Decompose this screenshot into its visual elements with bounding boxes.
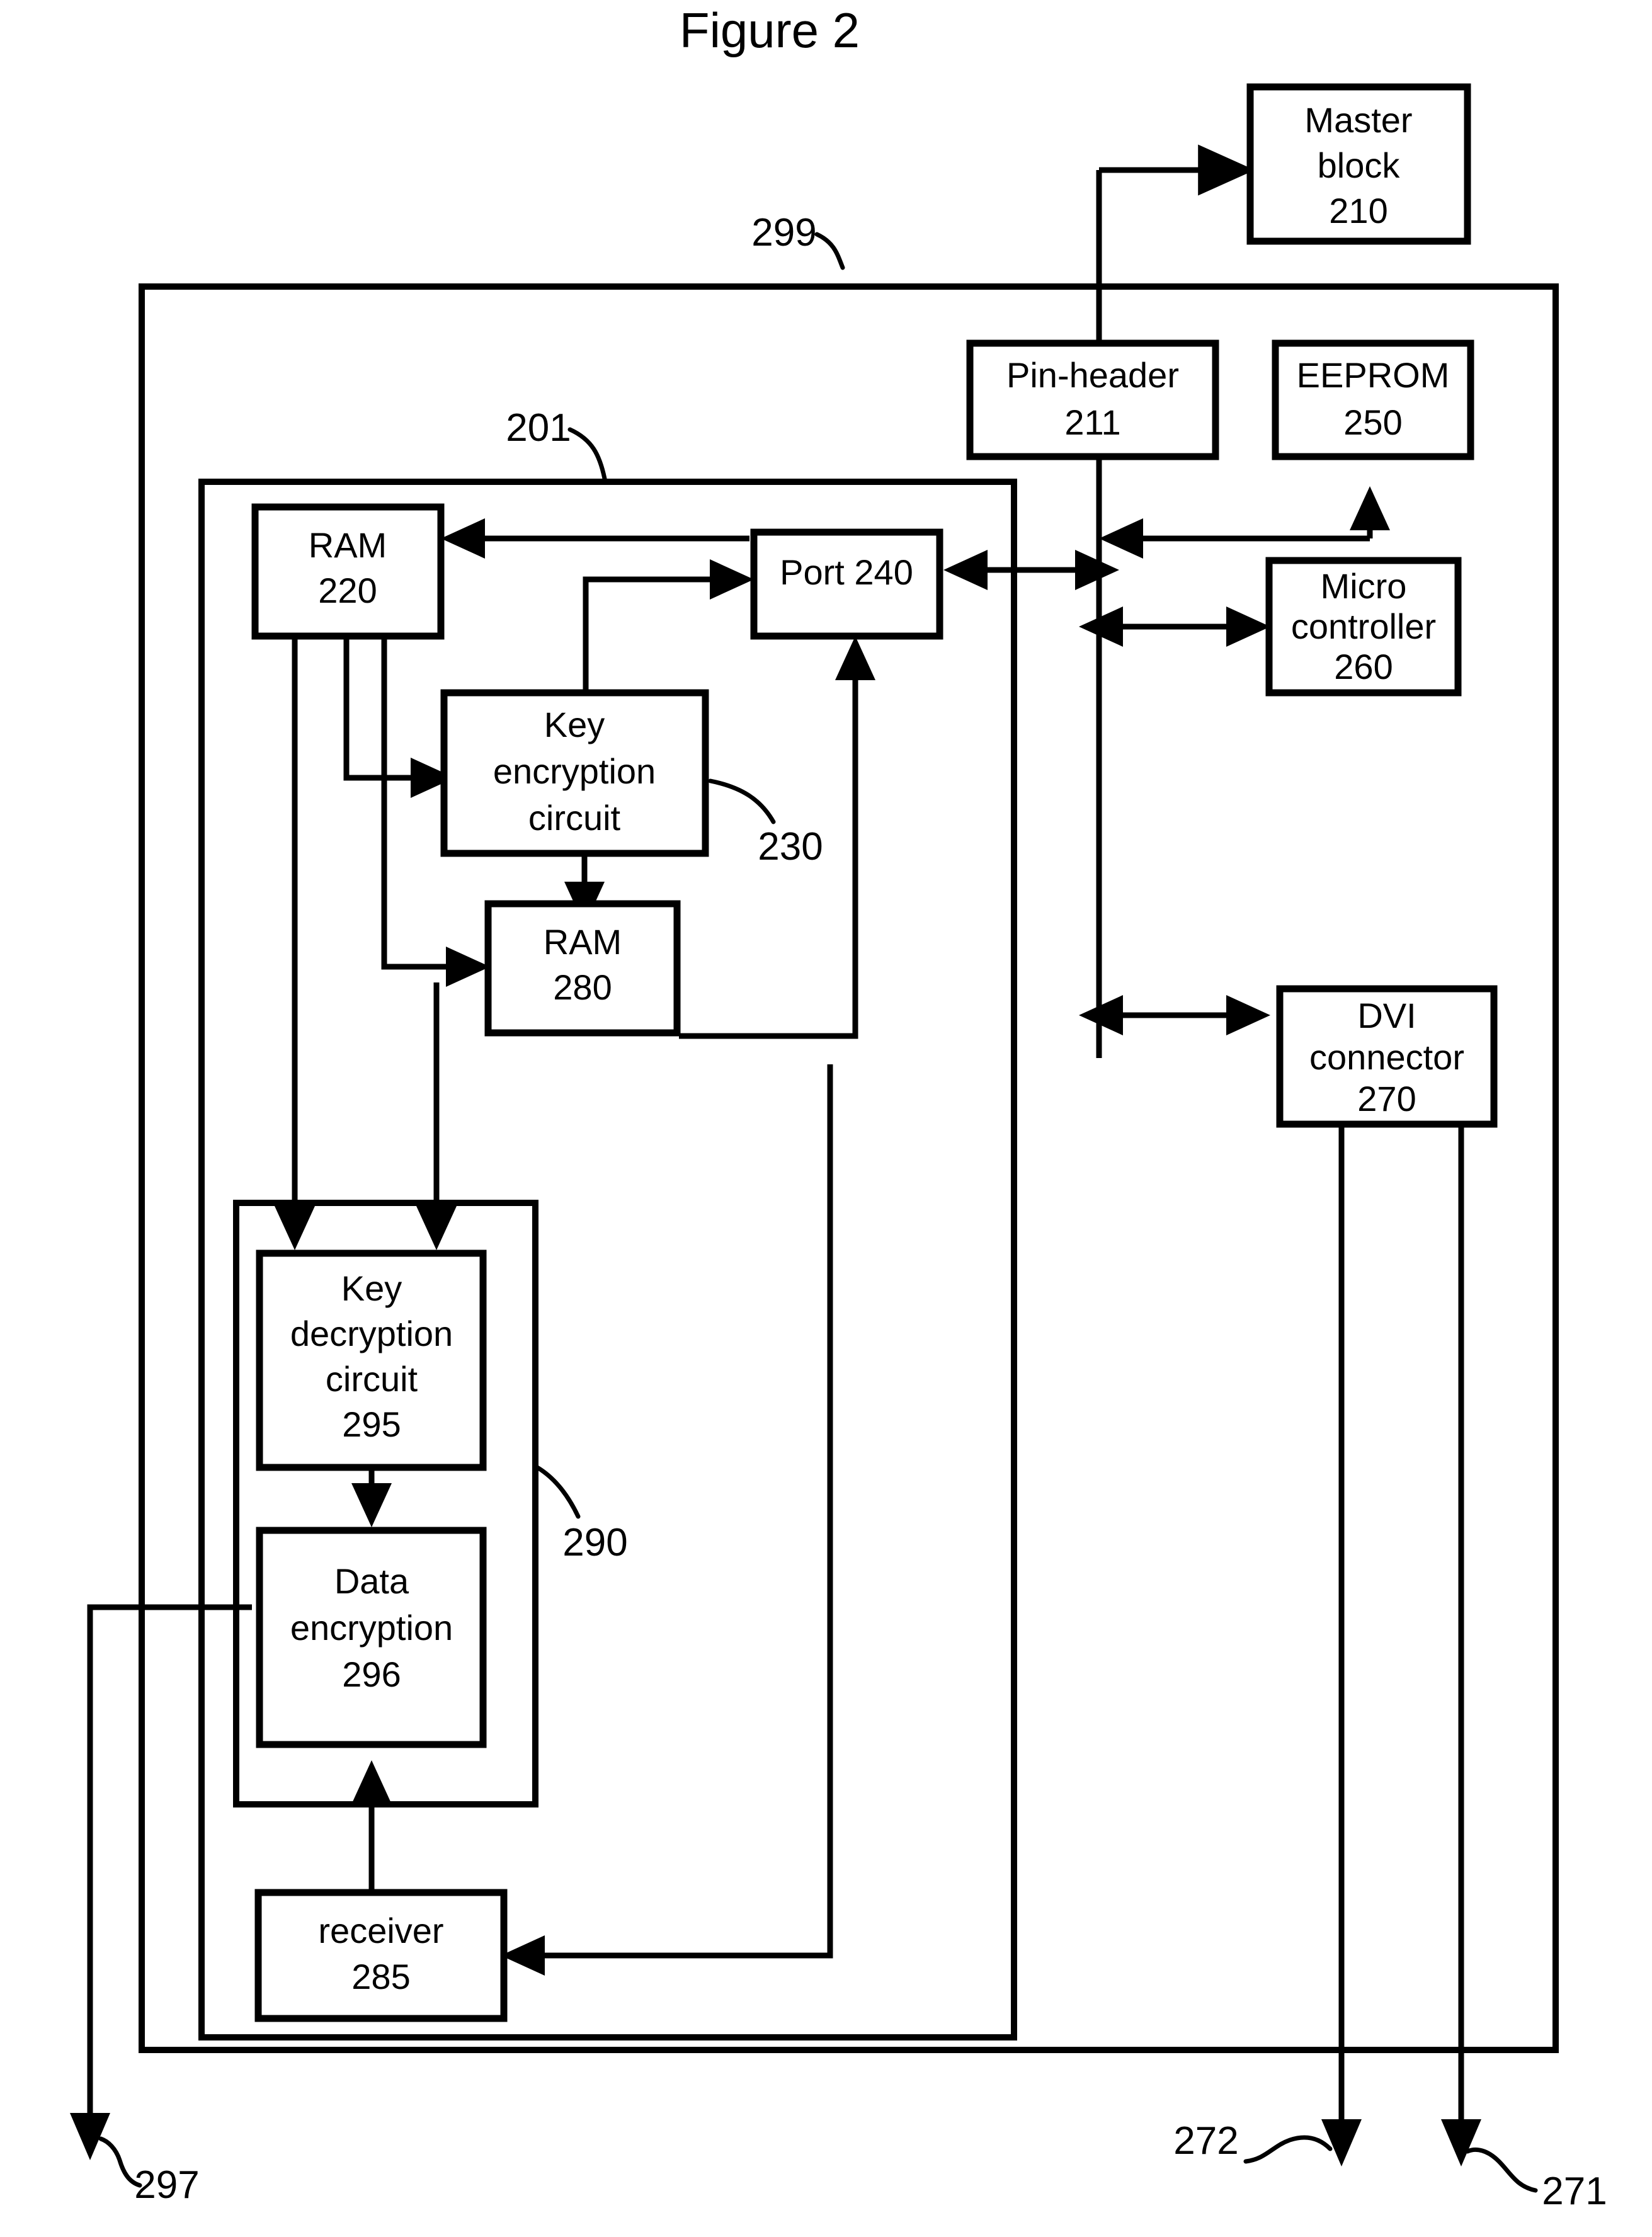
block-eeprom[interactable]: EEPROM 250: [1272, 339, 1474, 460]
block-label-pinheader-line1: Pin-header: [1006, 355, 1179, 395]
ref-label-299: 299: [751, 211, 816, 254]
wire-ram220-to-keyenc: [343, 636, 435, 781]
block-label-keydec-line2: decryption: [290, 1314, 453, 1353]
block-label-ram280-line1: RAM: [544, 922, 622, 962]
block-label-dataenc-line3: 296: [342, 1654, 401, 1694]
arrowhead-into-ram280-left: [446, 947, 490, 987]
figure-title: Figure 2: [680, 3, 860, 58]
block-dvi-connector[interactable]: DVI connector 270: [1276, 985, 1498, 1128]
block-label-keydec-line3: circuit: [326, 1359, 418, 1399]
block-label-micro-line1: Micro: [1321, 566, 1407, 606]
wire-dataenc-to-297: [87, 1604, 252, 2135]
block-label-receiver-line2: 285: [351, 1957, 410, 1996]
block-label-ram280-line2: 280: [553, 967, 612, 1007]
block-label-port240: Port 240: [780, 552, 913, 592]
block-label-master-line1: Master: [1304, 100, 1412, 140]
block-label-micro-line2: controller: [1291, 606, 1436, 646]
block-receiver[interactable]: receiver 285: [254, 1889, 508, 2022]
block-micro-controller[interactable]: Micro controller 260: [1265, 557, 1462, 697]
block-label-dvi-line3: 270: [1357, 1079, 1416, 1118]
ref-label-271: 271: [1542, 2170, 1607, 2213]
block-label-dvi-line2: connector: [1309, 1037, 1464, 1077]
leader-line-271: [1465, 2147, 1538, 2193]
block-label-master-line3: 210: [1329, 191, 1387, 231]
block-label-keydec-line4: 295: [342, 1404, 401, 1444]
block-label-keyenc-line3: circuit: [528, 798, 621, 838]
wire-dvi-to-receiver: [523, 1064, 833, 1959]
leader-line-290: [535, 1465, 581, 1519]
block-label-pinheader-line2: 211: [1064, 402, 1120, 442]
block-key-encryption-circuit[interactable]: Key encryption circuit: [440, 689, 709, 857]
block-label-keydec-line1: Key: [341, 1268, 402, 1308]
ref-label-297: 297: [134, 2163, 199, 2207]
block-label-keyenc-line2: encryption: [493, 751, 656, 791]
figure-root: Figure 2 Master block 210 Pin-header 211…: [0, 0, 1652, 2237]
block-label-ram220-line1: RAM: [309, 525, 387, 565]
block-ram-280[interactable]: RAM 280: [484, 900, 681, 1037]
patent-figure-diagram: Figure 2 Master block 210 Pin-header 211…: [70, 3, 1607, 2213]
arrowhead-output-271: [1441, 2119, 1481, 2166]
arrowhead-ram280-into-port: [835, 636, 875, 680]
block-label-dataenc-line1: Data: [334, 1561, 409, 1601]
arrowhead-output-297: [70, 2113, 110, 2160]
block-label-eeprom-line2: 250: [1343, 402, 1402, 442]
leader-line-272: [1243, 2135, 1333, 2164]
arrowhead-eeprom-to-bus: [1099, 518, 1143, 559]
arrowhead-into-ram220: [441, 518, 485, 559]
block-label-eeprom-line1: EEPROM: [1297, 355, 1450, 395]
leader-line-299: [814, 232, 845, 270]
block-pin-header[interactable]: Pin-header 211: [966, 339, 1219, 460]
block-label-dvi-line1: DVI: [1357, 996, 1416, 1035]
block-label-ram220-line2: 220: [318, 571, 377, 610]
block-label-receiver-line1: receiver: [318, 1911, 443, 1950]
arrowhead-keyenc-into-port: [710, 559, 754, 600]
block-port-240[interactable]: Port 240: [750, 528, 943, 640]
block-key-decryption-circuit[interactable]: Key decryption circuit 295: [256, 1249, 487, 1471]
arrowhead-ram220-into-keydec: [275, 1206, 315, 1250]
arrowhead-ram280-into-keydec: [416, 1206, 457, 1250]
arrowhead-bus-to-port: [943, 550, 988, 590]
ref-label-201: 201: [506, 406, 571, 450]
block-label-keyenc-line1: Key: [544, 705, 605, 744]
block-label-micro-line3: 260: [1334, 647, 1393, 686]
arrowhead-into-dataenc: [351, 1483, 392, 1527]
ref-label-272: 272: [1173, 2119, 1238, 2163]
block-label-dataenc-line2: encryption: [290, 1608, 453, 1648]
leader-line-230: [708, 778, 776, 824]
arrowhead-output-272: [1321, 2119, 1362, 2166]
leader-line-201: [567, 427, 607, 481]
arrowhead-into-eeprom: [1350, 486, 1390, 530]
ref-label-230: 230: [758, 825, 823, 868]
ref-label-290: 290: [562, 1521, 627, 1564]
block-master-block[interactable]: Master block 210: [1246, 83, 1471, 245]
block-ram-220[interactable]: RAM 220: [251, 503, 445, 640]
block-data-encryption[interactable]: Data encryption 296: [256, 1527, 487, 1748]
arrowhead-bus-to-dvi: [1226, 995, 1270, 1035]
block-label-master-line2: block: [1318, 145, 1401, 185]
arrowhead-bus-to-micro: [1226, 606, 1270, 647]
arrowhead-receiver-into-dataenc: [351, 1760, 392, 1804]
